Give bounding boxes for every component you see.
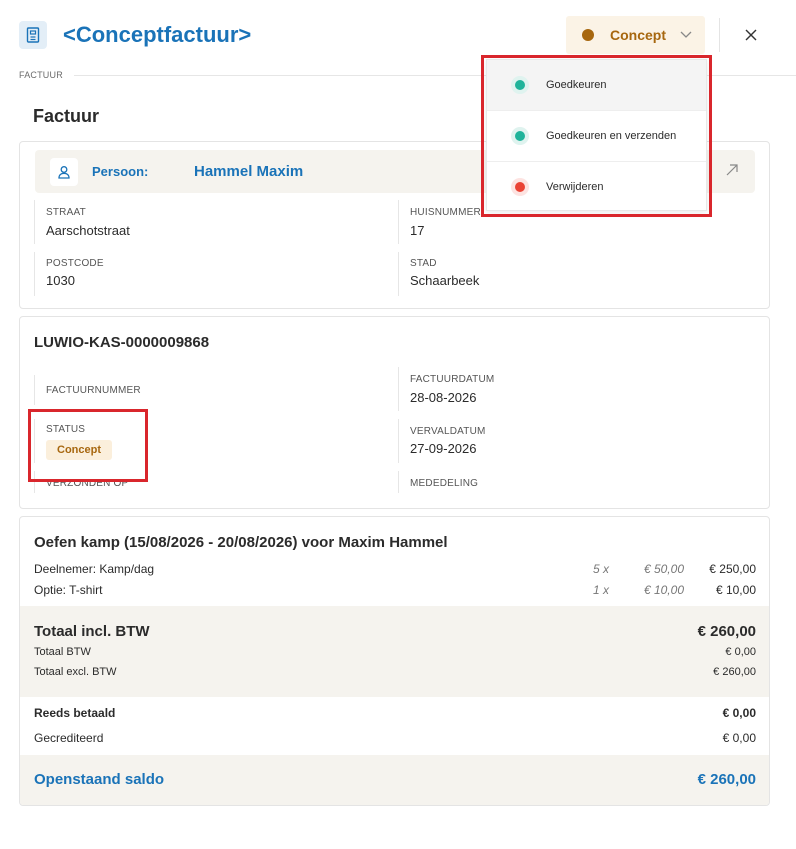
menu-item-label: Goedkeuren en verzenden bbox=[546, 130, 677, 142]
line-qty: 1 x bbox=[592, 583, 609, 597]
paid-label: Reeds betaald bbox=[34, 706, 116, 720]
delete-dot-icon bbox=[515, 181, 525, 192]
invoice-lines-card: Oefen kamp (15/08/2026 - 20/08/2026) voo… bbox=[19, 516, 770, 806]
close-icon bbox=[745, 29, 757, 41]
menu-item-goedkeuren-verzenden[interactable]: Goedkeuren en verzenden bbox=[487, 111, 706, 162]
field-divider bbox=[34, 200, 35, 244]
delete-ring bbox=[511, 177, 529, 196]
external-link-icon[interactable] bbox=[725, 163, 741, 179]
field-divider bbox=[398, 471, 399, 493]
close-button[interactable] bbox=[740, 24, 762, 46]
field-divider bbox=[398, 367, 399, 411]
paid-value: € 0,00 bbox=[722, 706, 756, 720]
total-excl-row: Totaal excl. BTW € 260,00 bbox=[34, 666, 756, 678]
status-dropdown-menu: Goedkeuren Goedkeuren en verzenden Verwi… bbox=[486, 59, 707, 211]
totals-box: Totaal incl. BTW € 260,00 Totaal BTW € 0… bbox=[20, 606, 769, 697]
saldo-box: Openstaand saldo € 260,00 bbox=[20, 755, 769, 805]
factuurnummer-label: FACTUURNUMMER bbox=[46, 385, 141, 396]
mededeling-label: MEDEDELING bbox=[410, 478, 479, 489]
straat-label: STRAAT bbox=[46, 207, 86, 218]
line-desc: Deelnemer: Kamp/dag bbox=[34, 562, 155, 576]
status-badge: Concept bbox=[46, 440, 112, 460]
line-price: € 10,00 bbox=[643, 583, 684, 597]
total-incl-value: € 260,00 bbox=[697, 623, 756, 640]
field-divider bbox=[398, 252, 399, 296]
chevron-down-icon bbox=[680, 28, 694, 42]
status-dot-icon bbox=[582, 29, 594, 41]
credited-label: Gecrediteerd bbox=[34, 731, 104, 745]
section-title: Factuur bbox=[33, 106, 100, 126]
postcode-label: POSTCODE bbox=[46, 258, 104, 269]
line-amount: € 250,00 bbox=[709, 562, 756, 576]
approve-send-dot-icon bbox=[515, 131, 525, 141]
line-qty: 5 x bbox=[592, 562, 609, 576]
paid-row: Reeds betaald € 0,00 bbox=[34, 706, 756, 720]
header-divider bbox=[719, 18, 720, 52]
credited-value: € 0,00 bbox=[722, 731, 756, 745]
status-label: STATUS bbox=[46, 424, 86, 435]
postcode-value: 1030 bbox=[46, 273, 75, 288]
person-name-link[interactable]: Hammel Maxim bbox=[194, 163, 303, 180]
vervaldatum-value: 27-09-2026 bbox=[410, 441, 477, 456]
line-item: Optie: T-shirt 1 x € 10,00 € 10,00 bbox=[34, 583, 756, 601]
status-button-label: Concept bbox=[610, 27, 666, 43]
field-divider bbox=[34, 252, 35, 296]
huisnummer-value: 17 bbox=[410, 223, 425, 238]
saldo-row: Openstaand saldo € 260,00 bbox=[34, 771, 756, 788]
credited-row: Gecrediteerd € 0,00 bbox=[34, 731, 756, 745]
stad-value: Schaarbeek bbox=[410, 273, 480, 288]
saldo-value: € 260,00 bbox=[697, 771, 756, 788]
total-btw-value: € 0,00 bbox=[725, 646, 756, 658]
lines-title: Oefen kamp (15/08/2026 - 20/08/2026) voo… bbox=[34, 534, 448, 551]
menu-item-label: Goedkeuren bbox=[546, 79, 607, 91]
menu-item-verwijderen[interactable]: Verwijderen bbox=[487, 161, 706, 212]
line-desc: Optie: T-shirt bbox=[34, 583, 103, 597]
field-divider bbox=[398, 200, 399, 244]
approve-ring bbox=[511, 76, 529, 94]
vervaldatum-label: VERVALDATUM bbox=[410, 426, 486, 437]
total-incl-row: Totaal incl. BTW € 260,00 bbox=[34, 623, 756, 640]
straat-value: Aarschotstraat bbox=[46, 223, 130, 238]
page-title: <Conceptfactuur> bbox=[63, 22, 252, 47]
line-item: Deelnemer: Kamp/dag 5 x € 50,00 € 250,00 bbox=[34, 562, 756, 580]
factuurdatum-label: FACTUURDATUM bbox=[410, 374, 495, 385]
menu-item-label: Verwijderen bbox=[546, 180, 604, 193]
line-price: € 50,00 bbox=[643, 562, 684, 576]
factuurdatum-value: 28-08-2026 bbox=[410, 390, 477, 405]
total-incl-label: Totaal incl. BTW bbox=[34, 623, 150, 640]
tab-factuur[interactable]: FACTUUR bbox=[19, 70, 63, 80]
invoice-icon bbox=[19, 21, 47, 49]
stad-label: STAD bbox=[410, 258, 437, 269]
field-divider bbox=[34, 375, 35, 405]
huisnummer-label: HUISNUMMER bbox=[410, 207, 481, 218]
status-dropdown-button[interactable]: Concept bbox=[566, 16, 705, 54]
verzonden-label: VERZONDEN OP bbox=[46, 478, 129, 489]
saldo-label: Openstaand saldo bbox=[34, 771, 165, 788]
approve-dot-icon bbox=[515, 80, 525, 90]
person-label: Persoon: bbox=[92, 164, 149, 179]
line-amount: € 10,00 bbox=[715, 583, 756, 597]
total-excl-label: Totaal excl. BTW bbox=[34, 666, 117, 678]
field-divider bbox=[34, 419, 35, 463]
invoice-meta-card: LUWIO-KAS-0000009868 FACTUURNUMMER FACTU… bbox=[19, 316, 770, 509]
total-btw-label: Totaal BTW bbox=[34, 646, 91, 658]
invoice-code: LUWIO-KAS-0000009868 bbox=[34, 334, 210, 351]
menu-item-goedkeuren[interactable]: Goedkeuren bbox=[487, 60, 706, 111]
approve-send-ring bbox=[511, 127, 529, 145]
field-divider bbox=[398, 419, 399, 463]
user-icon bbox=[50, 158, 78, 186]
total-excl-value: € 260,00 bbox=[713, 666, 756, 678]
total-btw-row: Totaal BTW € 0,00 bbox=[34, 646, 756, 658]
field-divider bbox=[34, 471, 35, 493]
